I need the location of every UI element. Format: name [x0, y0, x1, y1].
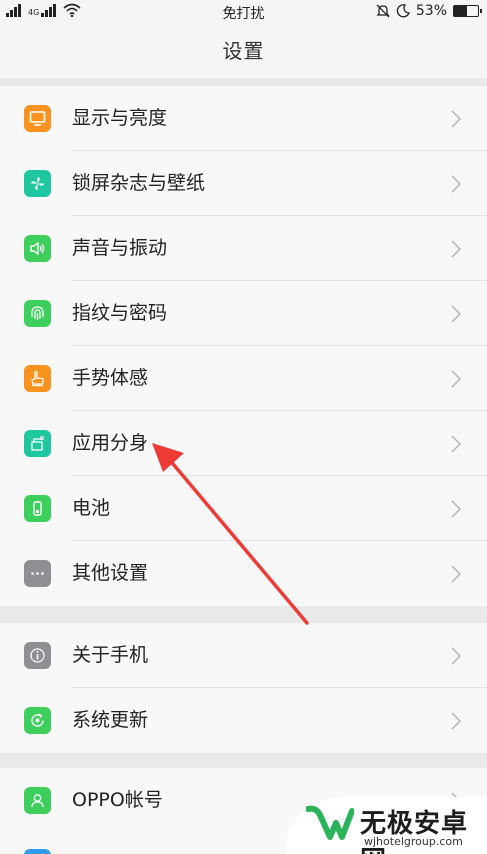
status-right: 53% [376, 3, 482, 19]
cloud-icon [24, 849, 51, 854]
settings-item-gestures-motions[interactable]: 手势体感 [0, 346, 487, 411]
settings-item-label: 声音与振动 [72, 237, 168, 259]
chevron-right-icon [451, 500, 462, 518]
settings-item-label: 显示与亮度 [72, 107, 168, 129]
battery-icon [24, 495, 51, 522]
gesture-icon [24, 365, 51, 392]
battery-percent: 53% [415, 3, 447, 19]
chevron-right-icon [451, 110, 462, 128]
settings-item-label: 锁屏杂志与壁纸 [72, 172, 206, 194]
chevron-right-icon [451, 712, 462, 730]
section-gap [0, 606, 487, 623]
settings-item-other-settings[interactable]: 其他设置 [0, 541, 487, 606]
update-icon [24, 707, 51, 734]
settings-item-sound-vibration[interactable]: 声音与振动 [0, 216, 487, 281]
section-gap [0, 78, 487, 86]
settings-item-system-update[interactable]: 系统更新 [0, 688, 487, 753]
battery-status-icon [453, 5, 482, 17]
watermark-logo-icon [306, 805, 354, 840]
site-watermark: 无极安卓网 wjhotelgroup.com [286, 797, 487, 854]
settings-item-battery[interactable]: 电池 [0, 476, 487, 541]
settings-item-label: 应用分身 [72, 432, 149, 454]
settings-item-label: 电池 [72, 497, 111, 519]
settings-item-app-clone[interactable]: 应用分身 [0, 411, 487, 476]
chevron-right-icon [451, 435, 462, 453]
moon-icon [396, 4, 410, 18]
pinwheel-icon [24, 170, 51, 197]
chevron-right-icon [451, 175, 462, 193]
settings-group-1: 显示与亮度 锁屏杂志与壁纸 声音与振动 指纹与密码 手势体感 应用分身 电池 其… [0, 86, 487, 606]
settings-item-label: 关于手机 [72, 644, 149, 666]
title-bar: 设置 [0, 24, 487, 78]
settings-item-label: 其他设置 [72, 562, 149, 584]
display-icon [24, 105, 51, 132]
more-icon [24, 560, 51, 587]
watermark-url: wjhotelgroup.com [364, 835, 463, 848]
chevron-right-icon [451, 565, 462, 583]
chevron-right-icon [451, 647, 462, 665]
settings-item-lockscreen-wallpaper[interactable]: 锁屏杂志与壁纸 [0, 151, 487, 216]
chevron-right-icon [451, 370, 462, 388]
chevron-right-icon [451, 240, 462, 258]
settings-item-about-phone[interactable]: 关于手机 [0, 623, 487, 688]
page-title: 设置 [222, 39, 265, 63]
fingerprint-icon [24, 300, 51, 327]
settings-item-fingerprint-password[interactable]: 指纹与密码 [0, 281, 487, 346]
info-icon [24, 642, 51, 669]
section-gap [0, 753, 487, 768]
settings-item-label: 系统更新 [72, 709, 149, 731]
mute-bell-icon [376, 4, 390, 18]
settings-item-label: 指纹与密码 [72, 302, 168, 324]
settings-group-2: 关于手机 系统更新 [0, 623, 487, 753]
settings-item-display-brightness[interactable]: 显示与亮度 [0, 86, 487, 151]
status-bar: 4G 免打扰 53% [0, 0, 487, 24]
settings-item-label: 手势体感 [72, 367, 149, 389]
app-clone-icon [24, 430, 51, 457]
settings-item-label: OPPO帐号 [72, 789, 163, 811]
speaker-icon [24, 235, 51, 262]
account-icon [24, 787, 51, 814]
chevron-right-icon [451, 305, 462, 323]
